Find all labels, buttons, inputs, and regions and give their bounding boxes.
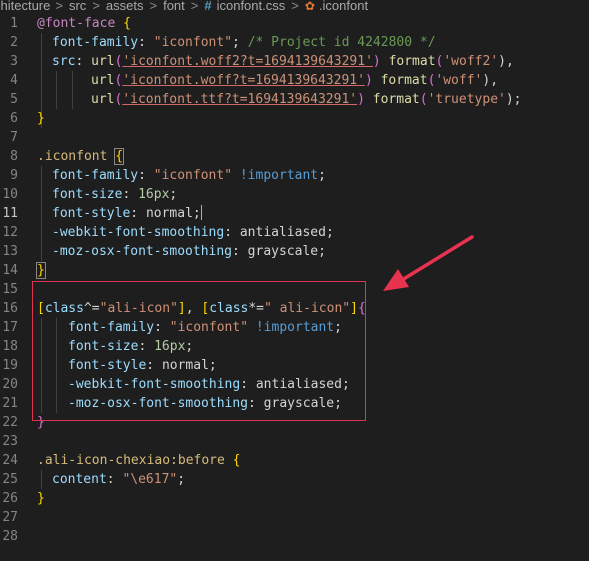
annotation-arrow-icon [383,235,474,291]
